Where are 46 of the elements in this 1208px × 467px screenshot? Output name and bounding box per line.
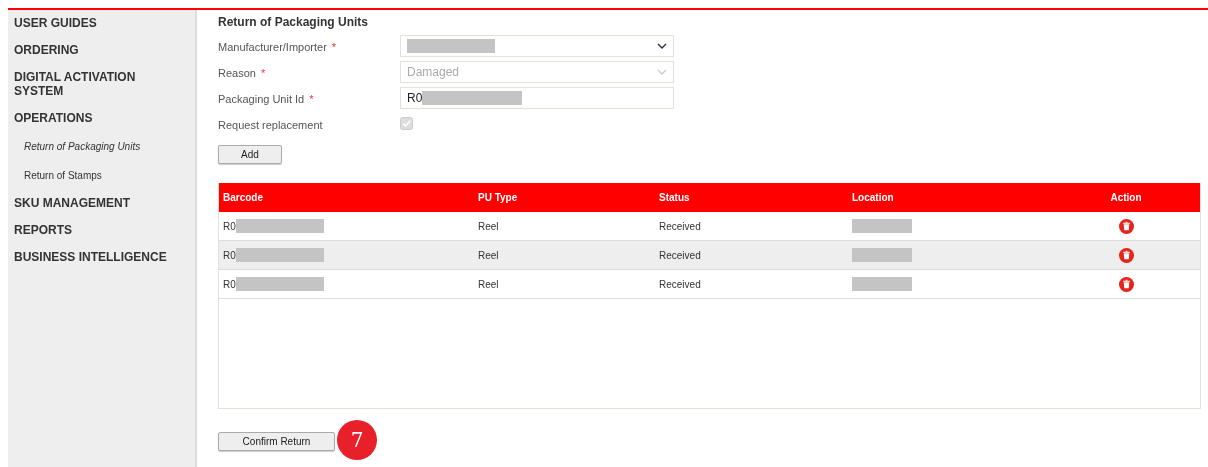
column-header: Location — [852, 192, 895, 203]
table-cell: R0 — [223, 249, 236, 261]
chevron-down-icon — [657, 69, 667, 75]
nav-item[interactable]: REPORTS — [14, 223, 190, 237]
nav-item[interactable]: USER GUIDES — [14, 16, 190, 30]
chevron-down-icon — [657, 43, 667, 49]
nav-item[interactable]: OPERATIONS — [14, 111, 190, 125]
nav-item[interactable]: ORDERING — [14, 43, 190, 57]
field-label: Packaging Unit Id — [218, 93, 305, 105]
field-label: Request replacement — [218, 119, 323, 131]
table-cell: R0 — [223, 278, 236, 290]
required-mark: * — [309, 93, 314, 105]
table-cell: Received — [659, 249, 701, 261]
column-header: Status — [659, 192, 691, 203]
nav-item[interactable]: BUSINESS INTELLIGENCE — [14, 250, 190, 264]
nav-subitem[interactable]: Return of Packaging Units — [24, 141, 141, 152]
column-header: Barcode — [222, 192, 264, 203]
nav-item[interactable]: SKU MANAGEMENT — [14, 196, 190, 210]
table-cell: Received — [659, 278, 701, 290]
table-cell: Reel — [478, 220, 499, 232]
required-mark: * — [331, 41, 337, 53]
redaction-bar — [852, 219, 912, 233]
redaction-bar — [852, 277, 912, 291]
trash-icon[interactable] — [1118, 247, 1134, 263]
step-badge: 7 — [337, 420, 377, 460]
field-label: Manufacturer/Importer — [218, 41, 327, 53]
column-header: Action — [1109, 192, 1143, 203]
trash-icon[interactable] — [1118, 276, 1134, 292]
confirm-return-button[interactable]: Confirm Return — [218, 432, 335, 451]
column-header: PU Type — [478, 192, 519, 203]
table-cell: R0 — [223, 220, 236, 232]
redaction-bar — [852, 248, 912, 262]
input-field[interactable]: R0 — [400, 87, 674, 109]
nav-item[interactable]: DIGITAL ACTIVATION SYSTEM — [14, 70, 164, 98]
table-cell: Received — [659, 220, 701, 232]
nav-subitem[interactable]: Return of Stamps — [24, 170, 102, 181]
table-cell: Reel — [478, 249, 499, 261]
page-title: Return of Packaging Units — [218, 15, 369, 29]
table-cell: Reel — [478, 278, 499, 290]
input-value: R0 — [407, 91, 423, 105]
add-button[interactable]: Add — [218, 145, 282, 164]
select-field[interactable] — [400, 35, 674, 57]
required-mark: * — [260, 67, 266, 79]
field-label: Reason — [218, 67, 256, 79]
trash-icon[interactable] — [1118, 218, 1134, 234]
select-value: Damaged — [407, 65, 460, 79]
